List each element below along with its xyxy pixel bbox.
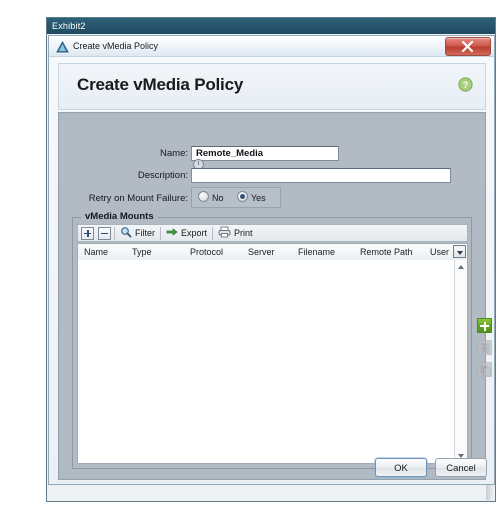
copy-button — [477, 362, 492, 377]
toolbar-separator-2 — [160, 226, 161, 240]
add-button[interactable] — [477, 318, 492, 333]
warning-triangle-icon — [56, 40, 69, 53]
toolbar-separator — [114, 226, 115, 240]
ok-button[interactable]: OK — [375, 458, 427, 477]
description-input[interactable] — [191, 168, 451, 183]
name-input[interactable] — [191, 146, 339, 161]
delete-button — [477, 340, 492, 355]
radio-yes[interactable]: Yes — [237, 191, 266, 203]
export-button[interactable]: Export — [164, 226, 209, 240]
retry-label-wrap: Retry on Mount Failure: — [64, 191, 188, 207]
help-icon[interactable]: ? — [458, 77, 473, 92]
radio-no-label: No — [212, 193, 224, 203]
name-label-wrap: Name: — [64, 146, 188, 162]
radio-yes-label: Yes — [251, 193, 266, 203]
export-label: Export — [181, 228, 208, 238]
retry-on-mount-failure-label: Retry on Mount Failure: — [88, 193, 188, 204]
plus-square-icon[interactable] — [81, 226, 94, 240]
column-header-type[interactable]: Type — [126, 245, 184, 260]
printer-icon — [218, 226, 231, 240]
dialog-titlebar: Create vMedia Policy — [49, 36, 494, 57]
table-body — [78, 260, 454, 463]
outer-window: Exhibit2 Create vMedia Policy Create vMe… — [46, 17, 496, 502]
column-header-protocol[interactable]: Protocol — [184, 245, 242, 260]
filter-button[interactable]: Filter — [118, 226, 157, 240]
column-header-filename[interactable]: Filename — [292, 245, 354, 260]
svg-text:?: ? — [463, 80, 469, 90]
table-header-row: Name Type Protocol Server Filename Remot… — [78, 244, 467, 261]
vmedia-mounts-group-title: vMedia Mounts — [81, 211, 158, 222]
radio-yes-indicator — [237, 191, 248, 202]
radio-no[interactable]: No — [198, 191, 224, 203]
filter-label: Filter — [135, 228, 155, 238]
description-label: Description: — [137, 170, 188, 181]
column-header-user[interactable]: User — [424, 245, 456, 260]
table-toolbar: Filter Export Print — [77, 224, 468, 242]
retry-radio-group: No Yes — [191, 187, 281, 208]
page-title: Create vMedia Policy — [77, 75, 244, 94]
create-vmedia-policy-dialog: Create vMedia Policy Create vMedia Polic… — [48, 35, 495, 485]
dialog-body: Name: i Description: Retry on Mount Fail… — [58, 112, 492, 480]
vmedia-mounts-table: Name Type Protocol Server Filename Remot… — [77, 243, 468, 464]
column-chooser-icon[interactable] — [453, 245, 466, 258]
radio-no-indicator — [198, 191, 209, 202]
column-header-server[interactable]: Server — [242, 245, 292, 260]
print-label: Print — [234, 228, 253, 238]
name-label: Name: — [160, 148, 188, 159]
dialog-title-text: Create vMedia Policy — [73, 41, 159, 51]
table-vertical-scrollbar[interactable] — [454, 260, 467, 463]
close-icon[interactable] — [445, 37, 491, 56]
row-action-buttons — [477, 318, 493, 384]
column-header-remote-path[interactable]: Remote Path — [354, 245, 424, 260]
description-label-wrap: Description: — [64, 168, 188, 184]
screenshot-root: Exhibit2 Create vMedia Policy Create vMe… — [0, 0, 501, 519]
column-header-name[interactable]: Name — [78, 245, 126, 260]
dialog-header: Create vMedia Policy ? — [58, 63, 486, 110]
dialog-footer: OK Cancel — [50, 452, 495, 484]
minus-square-icon[interactable] — [98, 226, 111, 240]
scroll-up-arrow-icon[interactable] — [455, 261, 467, 273]
magnifier-icon — [120, 226, 132, 240]
toolbar-separator-3 — [212, 226, 214, 240]
form-area: Name: i Description: Retry on Mount Fail… — [60, 114, 492, 478]
outer-window-title: Exhibit2 — [52, 21, 86, 31]
vmedia-mounts-group: vMedia Mounts Filter Export Print Name T… — [72, 211, 472, 469]
export-arrow-icon — [166, 226, 178, 240]
print-button[interactable]: Print — [216, 226, 255, 240]
outer-window-titlebar: Exhibit2 — [47, 18, 495, 34]
cancel-button[interactable]: Cancel — [435, 458, 487, 477]
